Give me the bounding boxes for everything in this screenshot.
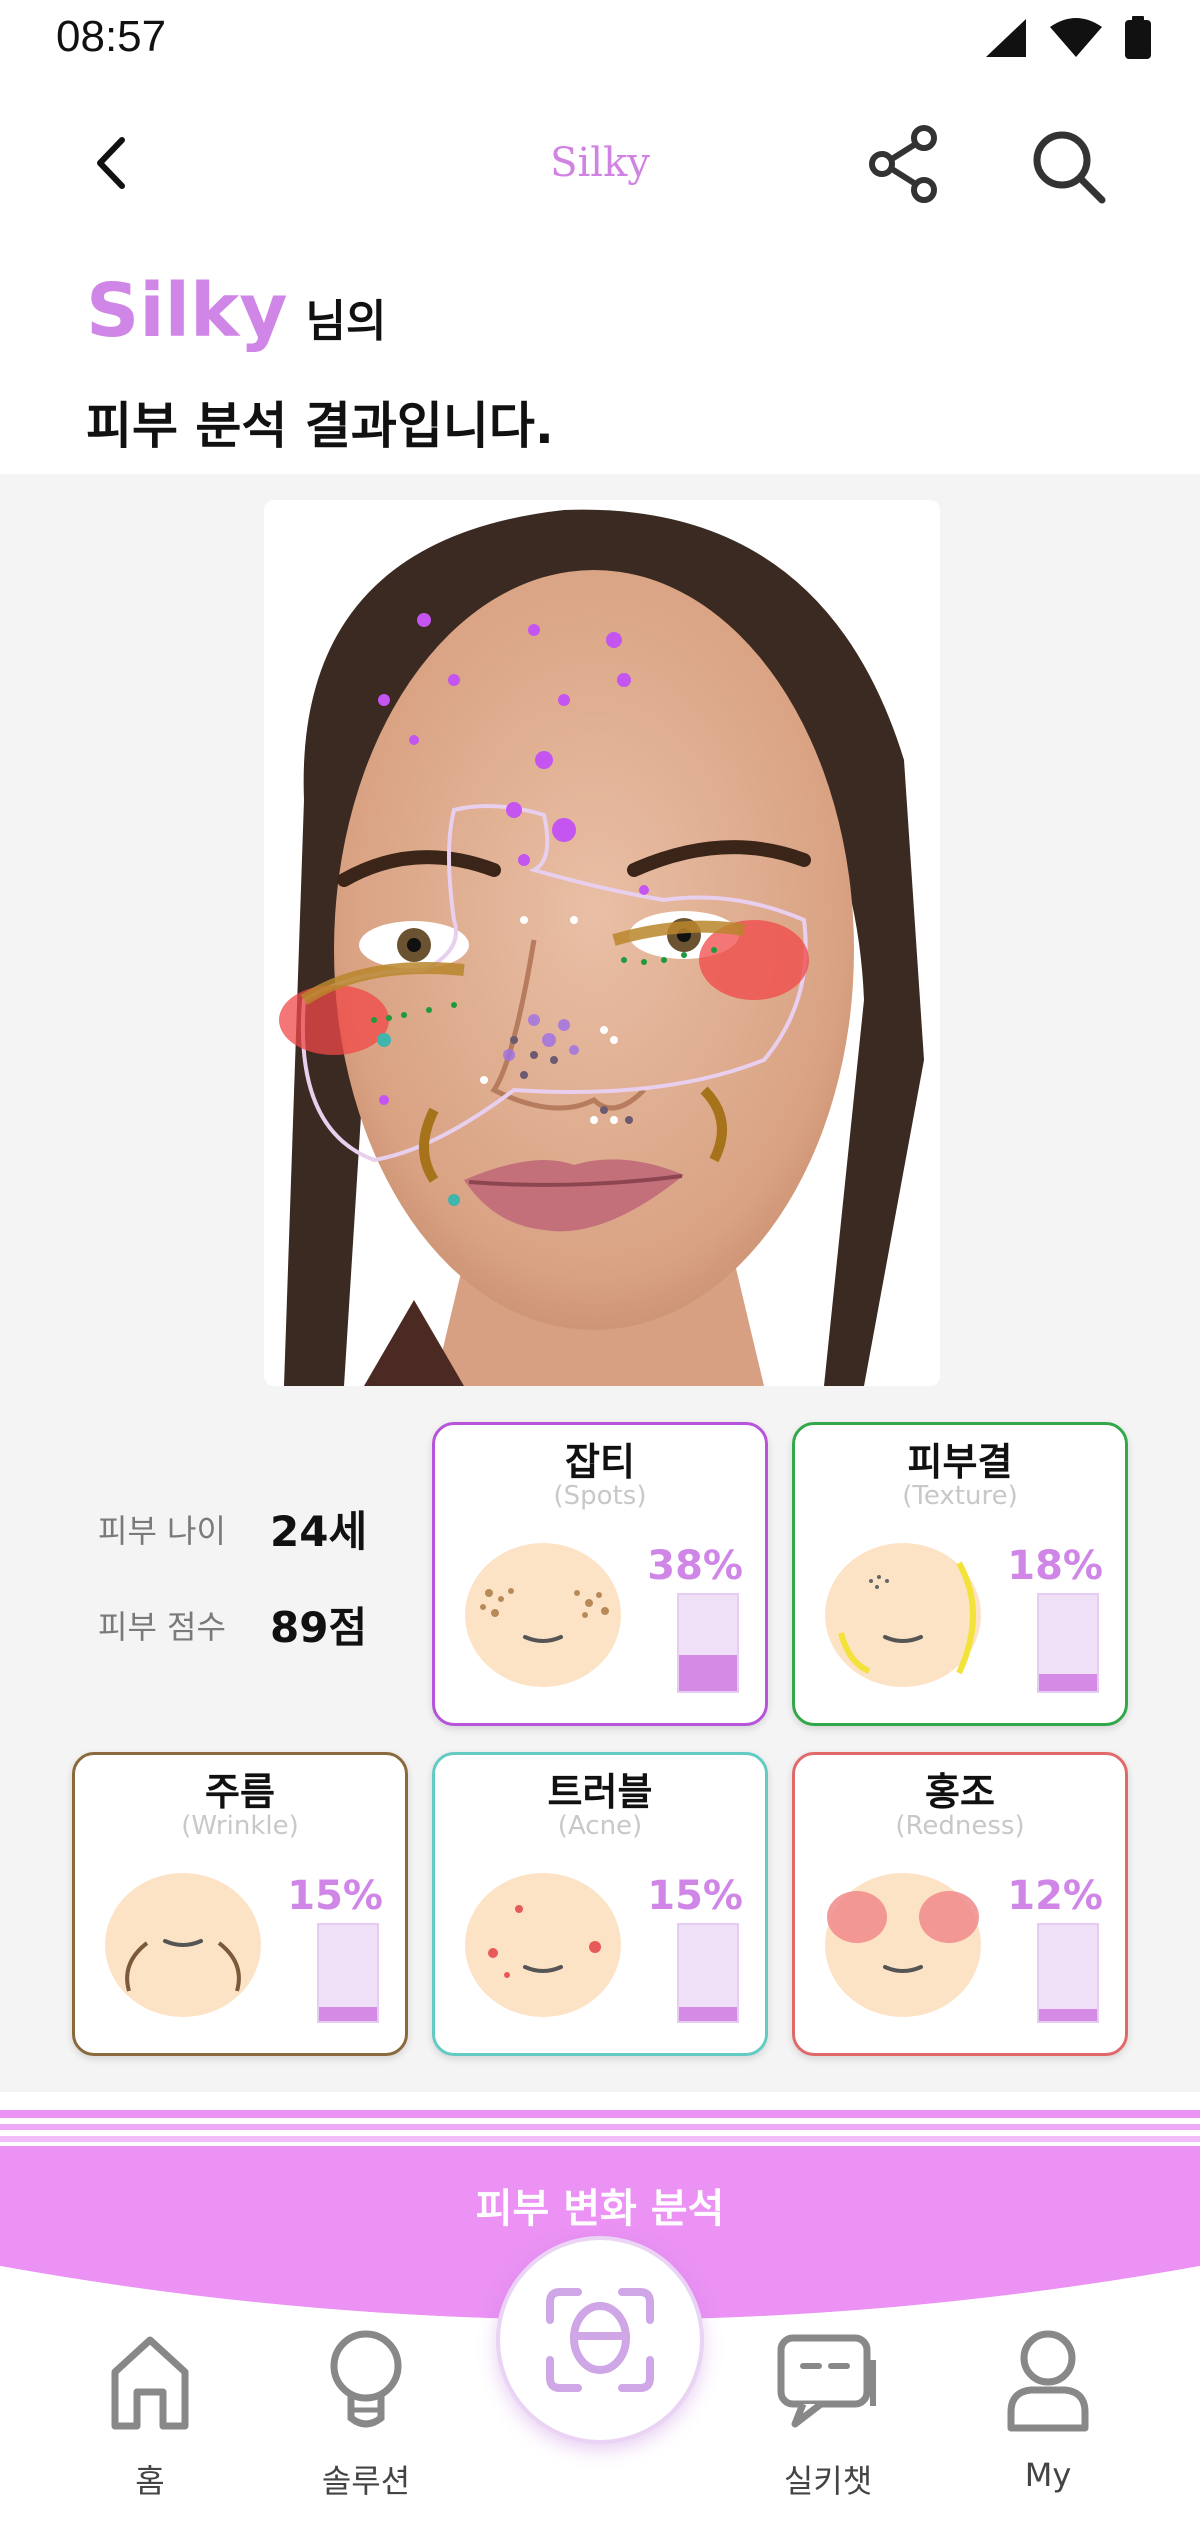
- card-subtitle: (Wrinkle): [181, 1811, 299, 1841]
- nav-home[interactable]: 홈: [60, 2326, 240, 2516]
- user-name: Silky: [86, 268, 288, 354]
- card-title: 피부결: [907, 1440, 1013, 1484]
- card-level-fill: [1039, 1673, 1097, 1691]
- nav-solution[interactable]: 솔루션: [276, 2326, 456, 2516]
- status-time: 08:57: [56, 12, 167, 61]
- card-title: 주름: [205, 1770, 275, 1814]
- card-subtitle: (Texture): [902, 1481, 1018, 1511]
- status-bar: 08:57: [0, 0, 1200, 80]
- metric-card-redness[interactable]: 홍조 (Redness) 12%: [792, 1752, 1128, 2056]
- card-title: 트러블: [547, 1770, 653, 1814]
- card-title: 잡티: [565, 1440, 635, 1484]
- chat-icon: [777, 2334, 876, 2428]
- skin-age-label: 피부 나이: [98, 1512, 226, 1550]
- header-title: Silky: [550, 140, 650, 186]
- wifi-icon: [1050, 18, 1102, 57]
- card-level-bar: [1037, 1923, 1099, 2023]
- card-level-bar: [317, 1923, 379, 2023]
- home-icon: [111, 2336, 189, 2430]
- face-scan-button[interactable]: [496, 2236, 704, 2444]
- greeting-suffix: 님의: [305, 296, 387, 347]
- share-icon: [869, 125, 937, 203]
- card-percent: 18%: [1007, 1543, 1103, 1589]
- nav-label: My: [1024, 2456, 1072, 2494]
- nav-label: 실키챗: [783, 2462, 873, 2500]
- card-level-fill: [1039, 2009, 1097, 2021]
- greeting: Silky 님의: [86, 268, 386, 354]
- face-scan-icon: [546, 2288, 654, 2392]
- skin-change-analysis-label: 피부 변화 분석: [475, 2186, 725, 2232]
- skin-score-value: 89점: [270, 1603, 368, 1652]
- spots-face-icon: [465, 1543, 621, 1687]
- user-icon: [1007, 2330, 1089, 2432]
- card-level-fill: [679, 1654, 737, 1691]
- result-heading: 피부 분석 결과입니다.: [86, 397, 554, 455]
- status-icons: [984, 16, 1152, 60]
- metric-card-acne[interactable]: 트러블 (Acne) 15%: [432, 1752, 768, 2056]
- nav-chat[interactable]: 실키챗: [738, 2326, 918, 2516]
- card-level-bar: [1037, 1593, 1099, 1693]
- card-percent: 12%: [1007, 1873, 1103, 1919]
- skin-age-value: 24세: [270, 1507, 368, 1556]
- card-level-fill: [679, 2006, 737, 2021]
- share-button[interactable]: [862, 122, 946, 206]
- card-subtitle: (Redness): [895, 1811, 1025, 1841]
- wrinkle-face-icon: [105, 1873, 261, 2017]
- signal-icon: [986, 19, 1026, 57]
- face-analysis-image: [264, 500, 940, 1386]
- skin-score-label: 피부 점수: [98, 1608, 226, 1646]
- texture-face-icon: [825, 1543, 981, 1687]
- card-level-bar: [677, 1593, 739, 1693]
- nav-label: 홈: [135, 2462, 165, 2500]
- battery-icon: [1125, 16, 1151, 59]
- card-level-fill: [319, 2006, 377, 2021]
- card-percent: 38%: [647, 1543, 743, 1589]
- metric-card-texture[interactable]: 피부결 (Texture) 18%: [792, 1422, 1128, 1726]
- card-percent: 15%: [287, 1873, 383, 1919]
- app-header: Silky: [0, 100, 1200, 230]
- card-percent: 15%: [647, 1873, 743, 1919]
- metric-card-spots[interactable]: 잡티 (Spots) 38%: [432, 1422, 768, 1726]
- card-subtitle: (Acne): [557, 1811, 643, 1841]
- nav-my[interactable]: My: [958, 2326, 1138, 2516]
- card-subtitle: (Spots): [553, 1481, 647, 1511]
- redness-face-icon: [825, 1873, 981, 2017]
- search-icon: [1033, 131, 1106, 204]
- card-title: 홍조: [925, 1770, 995, 1814]
- metric-card-wrinkle[interactable]: 주름 (Wrinkle) 15%: [72, 1752, 408, 2056]
- lightbulb-icon: [330, 2330, 402, 2428]
- acne-face-icon: [465, 1873, 621, 2017]
- nav-label: 솔루션: [321, 2462, 411, 2500]
- search-button[interactable]: [1026, 124, 1110, 208]
- card-level-bar: [677, 1923, 739, 2023]
